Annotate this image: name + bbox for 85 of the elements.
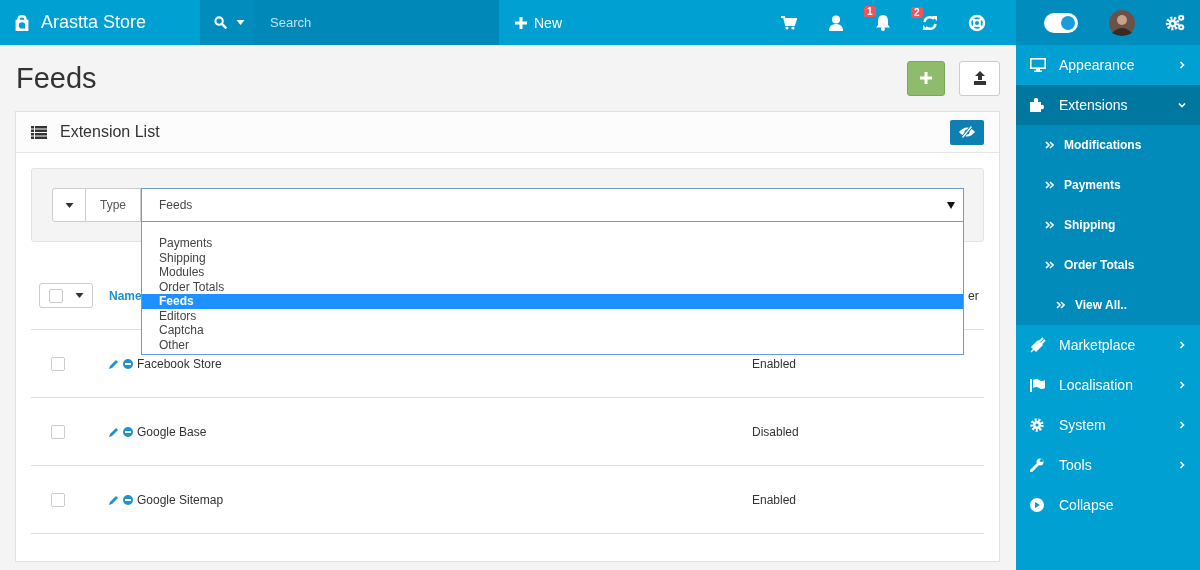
panel-title: Extension List	[60, 123, 160, 141]
store-name[interactable]: Arastta Store	[41, 12, 147, 33]
new-button[interactable]: New	[515, 14, 562, 31]
cart-icon[interactable]	[780, 15, 797, 30]
chevron-down-icon	[1178, 101, 1186, 109]
plug-icon	[1030, 337, 1046, 353]
flag-icon	[1030, 378, 1045, 392]
dropdown-option[interactable]: Editors	[142, 308, 963, 323]
type-label: Type	[86, 188, 141, 222]
notification-badge: 1	[864, 6, 876, 17]
submenu-item[interactable]: Order Totals	[1016, 245, 1200, 285]
extension-name: Google Base	[137, 424, 207, 439]
caret-icon[interactable]	[236, 20, 245, 25]
dropdown-option[interactable]: Payments	[142, 236, 963, 251]
avatar[interactable]	[1108, 9, 1135, 36]
status-text: Enabled	[752, 492, 797, 507]
list-icon	[31, 125, 47, 139]
chevron-right-icon	[1178, 341, 1186, 349]
sidebar-item[interactable]: Extensions	[1016, 85, 1200, 125]
settings-icon[interactable]	[1165, 13, 1186, 32]
plus-icon	[920, 72, 932, 84]
bell-icon[interactable]	[874, 14, 891, 31]
sidebar-item[interactable]: Collapse	[1016, 485, 1200, 525]
lifebuoy-icon[interactable]	[967, 13, 986, 32]
status-text: Enabled	[752, 356, 797, 371]
double-chevron-icon	[1045, 181, 1054, 189]
sidebar-item[interactable]: System	[1016, 405, 1200, 445]
eye-slash-icon	[958, 126, 976, 138]
dropdown-option[interactable]: Order Totals	[142, 279, 963, 294]
chevron-right-icon	[1178, 381, 1186, 389]
upload-button[interactable]	[959, 60, 1000, 96]
toggle-switch[interactable]	[1044, 12, 1078, 33]
dropdown-option[interactable]: Feeds	[142, 294, 963, 309]
notification-badge: 2	[911, 6, 923, 18]
plus-icon	[515, 16, 527, 29]
sidebar-item[interactable]: Marketplace	[1016, 325, 1200, 365]
submenu-item[interactable]: Shipping	[1016, 205, 1200, 245]
row-checkbox[interactable]	[51, 356, 65, 371]
sidebar-item[interactable]: Tools	[1016, 445, 1200, 485]
chevron-right-icon	[1178, 421, 1186, 429]
edit-icon[interactable]	[109, 426, 119, 437]
row-checkbox[interactable]	[51, 424, 65, 439]
caret-icon	[74, 293, 84, 298]
gear-icon	[1030, 418, 1044, 432]
chevron-right-icon	[1178, 61, 1186, 69]
status-text: Disabled	[752, 424, 799, 439]
sidebar-item[interactable]: Appearance	[1016, 45, 1200, 85]
caret-icon	[64, 202, 74, 208]
add-button[interactable]	[907, 60, 945, 96]
chevron-right-icon	[1178, 461, 1186, 469]
dropdown-option[interactable]: Other	[142, 337, 963, 352]
edit-icon[interactable]	[109, 494, 119, 505]
user-icon[interactable]	[828, 14, 843, 31]
double-chevron-icon	[1045, 141, 1054, 149]
uninstall-icon[interactable]	[123, 358, 133, 369]
uninstall-icon[interactable]	[123, 426, 133, 437]
edit-icon[interactable]	[109, 358, 119, 369]
double-chevron-icon	[1056, 301, 1065, 309]
submenu-item[interactable]: Modifications	[1016, 125, 1200, 165]
upload-icon	[972, 71, 987, 85]
column-header[interactable]: Name	[109, 288, 142, 303]
double-chevron-icon	[1045, 221, 1054, 229]
dropdown-option[interactable]: Shipping	[142, 250, 963, 265]
page-title: Feeds	[16, 61, 97, 95]
puzzle-icon	[1030, 98, 1044, 112]
submenu-item[interactable]: View All..	[1016, 285, 1200, 325]
double-chevron-icon	[1045, 261, 1054, 269]
hide-button[interactable]	[950, 119, 984, 145]
submenu-item[interactable]: Payments	[1016, 165, 1200, 205]
row-checkbox[interactable]	[51, 492, 65, 507]
dropdown-option[interactable]: Captcha	[142, 323, 963, 338]
dropdown-option[interactable]: Modules	[142, 265, 963, 280]
monitor-icon	[1030, 58, 1046, 72]
extension-name: Google Sitemap	[137, 492, 224, 507]
refresh-icon[interactable]	[921, 14, 938, 31]
sidebar-item[interactable]: Localisation	[1016, 365, 1200, 405]
search-field[interactable]: Search	[254, 0, 499, 45]
wrench-icon	[1030, 458, 1044, 472]
collapse-icon	[1030, 498, 1044, 512]
uninstall-icon[interactable]	[123, 494, 133, 505]
search-icon[interactable]	[214, 16, 227, 29]
type-select[interactable]: Feeds	[141, 188, 964, 222]
dropdown-arrow-icon	[947, 201, 955, 209]
column-header[interactable]: er	[968, 288, 979, 303]
extension-name: Facebook Store	[137, 356, 222, 371]
